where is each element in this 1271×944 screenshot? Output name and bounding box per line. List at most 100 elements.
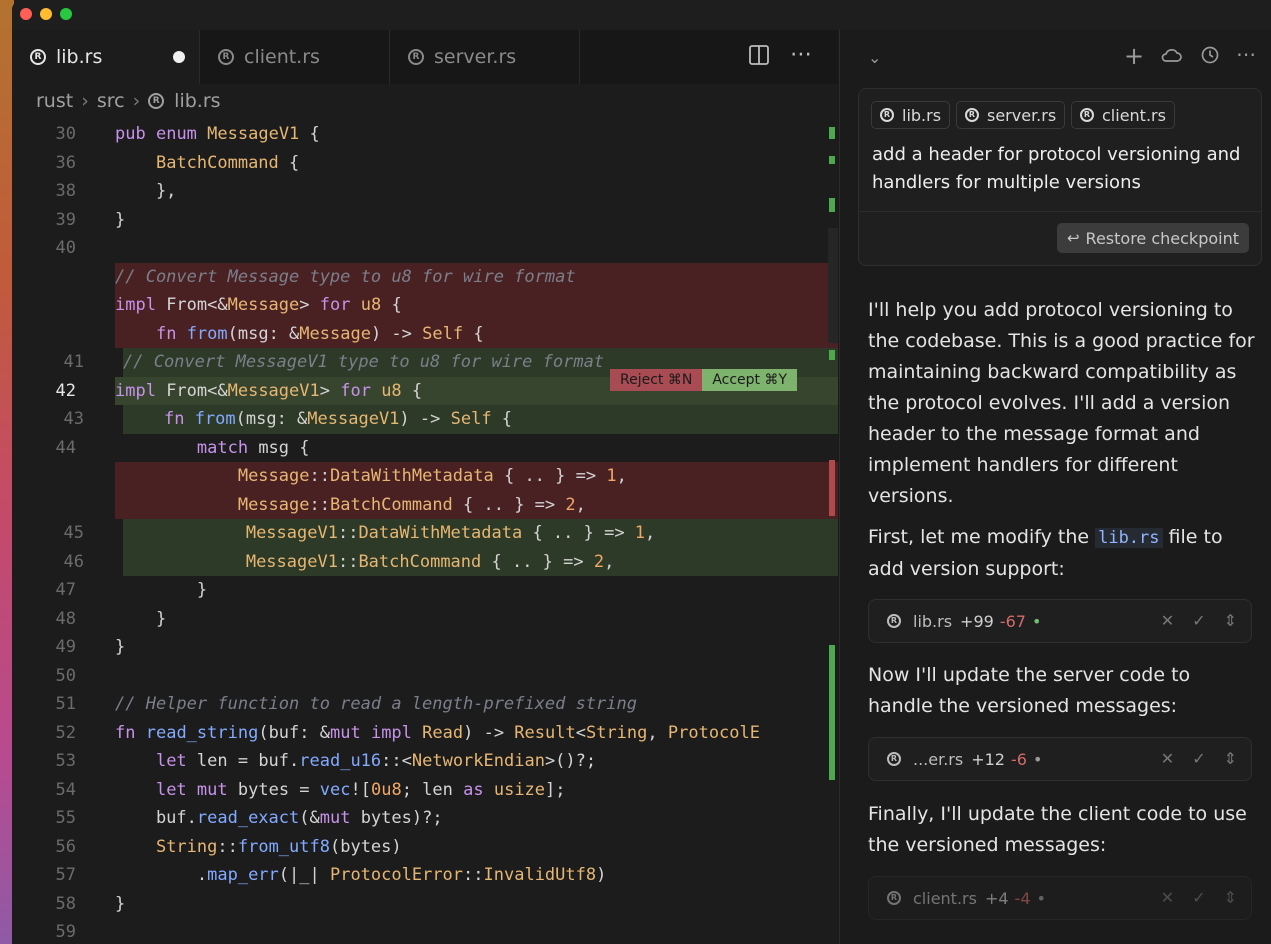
code-line[interactable]: 44 match msg {: [12, 434, 838, 463]
code-line[interactable]: 46 MessageV1::BatchCommand { .. } => 2,: [20, 547, 838, 576]
rust-file-icon: R: [30, 49, 46, 65]
code-line[interactable]: 55 buf.read_exact(&mut bytes)?;: [12, 804, 838, 833]
zoom-window-button[interactable]: [60, 8, 72, 20]
diff-action-bar: Reject ⌘N Accept ⌘Y: [610, 369, 798, 391]
line-number: 38: [55, 181, 76, 201]
tab-lib-rs[interactable]: R lib.rs: [12, 30, 200, 84]
cloud-icon[interactable]: [1160, 45, 1182, 69]
rust-file-icon: R: [887, 891, 901, 905]
code-line[interactable]: 59: [12, 918, 838, 944]
file-change-card[interactable]: R ...er.rs +12 -6 • ✕ ✓ ⇕: [868, 737, 1252, 781]
history-icon[interactable]: [1200, 45, 1220, 70]
code-text: MessageV1::DataWithMetadata { .. } => 1,: [123, 519, 838, 548]
reject-diff-button[interactable]: Reject ⌘N: [610, 369, 703, 391]
code-line[interactable]: Message::BatchCommand { .. } => 2,: [12, 490, 838, 519]
code-text: BatchCommand {: [155, 152, 300, 173]
code-line[interactable]: impl From<&Message> for u8 {: [12, 291, 838, 320]
code-editor: R lib.rs R client.rs R server.rs ⋯ rust …: [12, 30, 838, 944]
line-number: 47: [55, 580, 76, 600]
line-number: 59: [55, 922, 76, 942]
context-chip-lib-rs[interactable]: Rlib.rs: [871, 101, 951, 129]
line-number: 30: [55, 124, 76, 144]
code-text: fn read_string(buf: &mut impl Read) -> R…: [115, 722, 760, 743]
code-line[interactable]: 57 .map_err(|_| ProtocolError::InvalidUt…: [12, 861, 838, 890]
line-number: 50: [55, 665, 76, 686]
code-line[interactable]: 40: [12, 234, 838, 263]
code-line[interactable]: fn from(msg: &Message) -> Self {: [12, 319, 838, 348]
line-number: 52: [55, 722, 76, 743]
code-line[interactable]: 53 let len = buf.read_u16::<NetworkEndia…: [12, 747, 838, 776]
line-number: 56: [55, 836, 76, 857]
scrollbar-change-marker: [829, 127, 835, 139]
assistant-message: Finally, I'll update the client code to …: [868, 803, 1247, 856]
code-line[interactable]: 30 pub enum MessageV1 {: [12, 120, 838, 149]
restore-checkpoint-button[interactable]: ↩ Restore checkpoint: [1056, 223, 1249, 253]
code-text: let mut bytes = vec![0u8; len as usize];: [155, 779, 566, 800]
app-window: R lib.rs R client.rs R server.rs ⋯ rust …: [12, 0, 1271, 944]
close-icon[interactable]: ✕: [1161, 749, 1174, 768]
title-bar: [12, 0, 1271, 30]
code-line[interactable]: Message::DataWithMetadata { .. } => 1,: [12, 462, 838, 491]
chip-label: server.rs: [987, 105, 1057, 125]
rust-file-icon: R: [887, 752, 901, 766]
code-line[interactable]: 45 MessageV1::DataWithMetadata { .. } =>…: [20, 519, 838, 548]
code-line[interactable]: 39}: [12, 206, 838, 235]
line-number: 44: [55, 437, 76, 458]
split-editor-icon[interactable]: [748, 44, 770, 72]
code-text: Message::DataWithMetadata { .. } => 1,: [115, 462, 838, 491]
code-line[interactable]: 52 fn read_string(buf: &mut impl Read) ->…: [12, 719, 838, 748]
code-area[interactable]: 30 pub enum MessageV1 {36 BatchCommand {3…: [12, 120, 838, 944]
close-icon[interactable]: ✕: [1161, 888, 1174, 907]
code-line[interactable]: 58}: [12, 890, 838, 919]
rust-file-icon: R: [965, 108, 979, 122]
code-line[interactable]: 36 BatchCommand {: [12, 149, 838, 178]
line-number: 41: [63, 352, 84, 372]
new-chat-icon[interactable]: +: [1124, 42, 1144, 70]
tab-server-rs[interactable]: R server.rs: [390, 30, 580, 84]
code-line[interactable]: 51 // Helper function to read a length-pr…: [12, 690, 838, 719]
code-line[interactable]: // Convert Message type to u8 for wire f…: [12, 262, 838, 291]
code-line[interactable]: 54 let mut bytes = vec![0u8; len as usiz…: [12, 776, 838, 805]
code-line[interactable]: 47 }: [12, 576, 838, 605]
line-number: 57: [55, 865, 76, 885]
check-icon[interactable]: ✓: [1192, 888, 1205, 907]
scrollbar-thumb[interactable]: [828, 228, 838, 343]
tab-bar: R lib.rs R client.rs R server.rs ⋯: [12, 30, 838, 84]
breadcrumb-file[interactable]: lib.rs: [174, 90, 220, 112]
line-number: 43: [63, 409, 84, 429]
code-text: }: [115, 209, 126, 230]
lines-added: +4: [984, 888, 1009, 908]
more-actions-icon[interactable]: ⋯: [790, 42, 812, 67]
chevron-right-icon: ›: [81, 90, 89, 112]
breadcrumb-src[interactable]: src: [97, 90, 125, 112]
code-text: fn from(msg: &Message) -> Self {: [115, 319, 838, 348]
expand-icon[interactable]: ⇕: [1224, 749, 1237, 768]
code-line[interactable]: 43 fn from(msg: &MessageV1) -> Self {: [20, 405, 838, 434]
code-line[interactable]: 49}: [12, 633, 838, 662]
check-icon[interactable]: ✓: [1192, 749, 1205, 768]
line-number: 55: [55, 808, 76, 828]
check-icon[interactable]: ✓: [1192, 611, 1205, 630]
file-change-card[interactable]: R client.rs +4 -4 • ✕ ✓ ⇕: [868, 876, 1252, 920]
context-chip-server-rs[interactable]: Rserver.rs: [956, 101, 1066, 129]
code-line[interactable]: 50: [12, 662, 838, 691]
code-text: }: [115, 608, 167, 629]
minimize-window-button[interactable]: [40, 8, 52, 20]
code-text: pub enum MessageV1 {: [115, 124, 320, 144]
expand-icon[interactable]: ⇕: [1224, 611, 1237, 630]
tab-client-rs[interactable]: R client.rs: [200, 30, 390, 84]
code-line[interactable]: 38 },: [12, 177, 838, 206]
file-change-card[interactable]: R lib.rs +99 -67 • ✕ ✓ ⇕: [868, 599, 1252, 643]
restore-label: Restore checkpoint: [1085, 228, 1239, 248]
more-actions-icon[interactable]: ⋯: [1236, 42, 1256, 66]
breadcrumb-rust[interactable]: rust: [36, 90, 73, 112]
tab-label: client.rs: [244, 46, 320, 68]
close-icon[interactable]: ✕: [1161, 611, 1174, 630]
code-line[interactable]: 48 }: [12, 605, 838, 634]
accept-diff-button[interactable]: Accept ⌘Y: [702, 369, 798, 391]
expand-icon[interactable]: ⇕: [1224, 888, 1237, 907]
chevron-down-icon[interactable]: ⌄: [868, 48, 881, 67]
code-line[interactable]: 56 String::from_utf8(bytes): [12, 833, 838, 862]
context-chip-client-rs[interactable]: Rclient.rs: [1071, 101, 1175, 129]
close-window-button[interactable]: [20, 8, 32, 20]
